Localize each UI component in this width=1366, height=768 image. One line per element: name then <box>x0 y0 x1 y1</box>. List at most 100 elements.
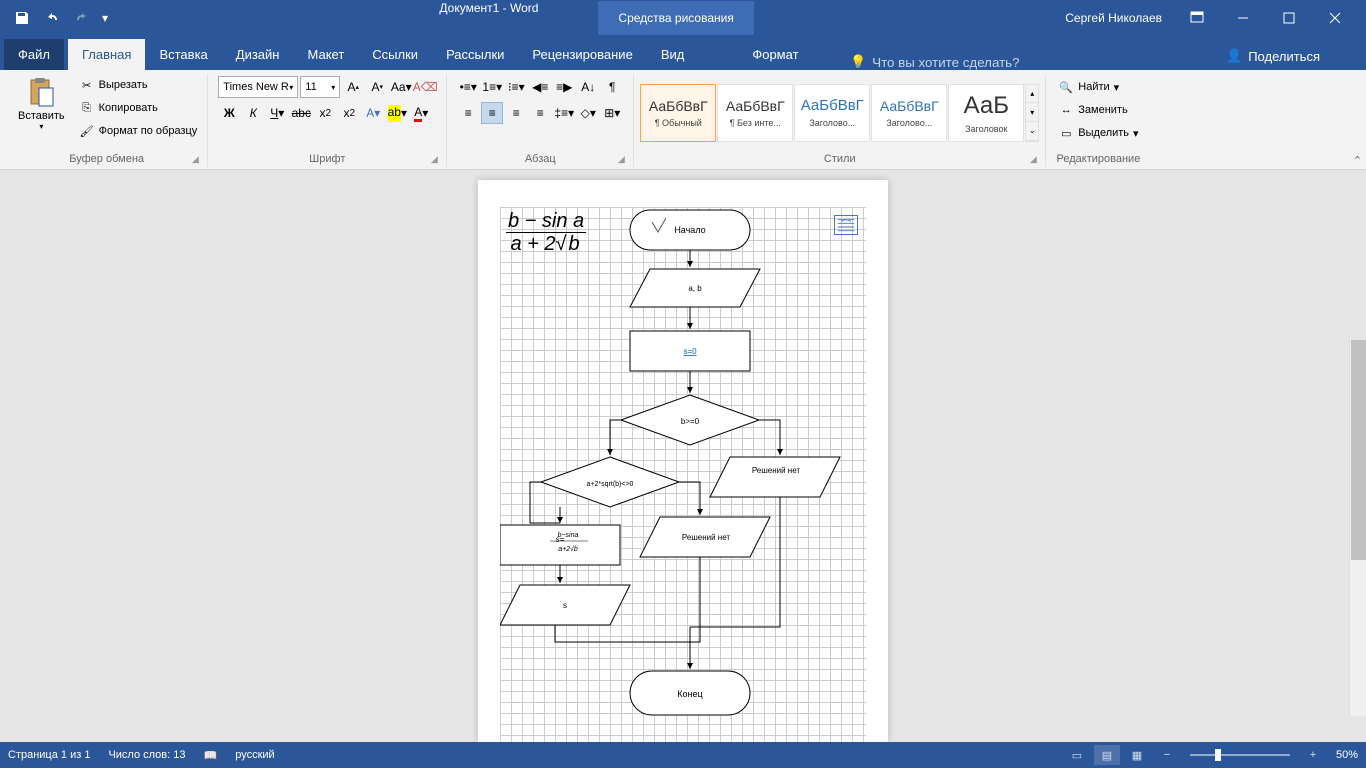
zoom-level[interactable]: 50% <box>1336 749 1358 761</box>
qat-more-button[interactable]: ▾ <box>98 4 112 32</box>
close-button[interactable] <box>1312 0 1358 36</box>
justify-button[interactable]: ≡ <box>529 102 551 124</box>
underline-button[interactable]: Ч▾ <box>266 102 288 124</box>
style-title[interactable]: АаБЗаголовок <box>948 84 1024 142</box>
language-indicator[interactable]: русский <box>235 749 274 762</box>
align-left-button[interactable]: ≡ <box>457 102 479 124</box>
flowchart[interactable]: Начало a, b s=0 b>=0 Решений нет a+2*sqr… <box>500 207 867 742</box>
tab-mailings[interactable]: Рассылки <box>432 39 518 70</box>
tab-insert[interactable]: Вставка <box>145 39 221 70</box>
word-count[interactable]: Число слов: 13 <box>108 749 185 762</box>
print-layout-button[interactable]: ▤ <box>1094 745 1120 765</box>
paste-icon <box>25 76 57 108</box>
tell-me-input[interactable] <box>872 55 1072 70</box>
ribbon-options-button[interactable] <box>1174 0 1220 36</box>
undo-button[interactable] <box>38 4 66 32</box>
style-heading2[interactable]: АаБбВвГЗаголово... <box>871 84 947 142</box>
change-case-button[interactable]: Aa▾ <box>390 76 412 98</box>
tab-references[interactable]: Ссылки <box>358 39 432 70</box>
cursor-icon: ▭ <box>1058 125 1074 141</box>
tab-view[interactable]: Вид <box>647 39 699 70</box>
tab-review[interactable]: Рецензирование <box>518 39 646 70</box>
styles-expand[interactable]: ⌄ <box>1026 122 1038 141</box>
maximize-button[interactable] <box>1266 0 1312 36</box>
shape-formula[interactable] <box>500 525 620 565</box>
web-layout-button[interactable]: ▦ <box>1124 745 1150 765</box>
subscript-button[interactable]: x2 <box>314 102 336 124</box>
paragraph-group: •≡▾ 1≡▾ ⁝≡▾ ◀≡ ≡▶ A↓ ¶ ≡ ≡ ≡ ≡ ‡≡▾ ◇▾ ⊞▾… <box>447 74 634 167</box>
ribbon-tabs: Файл Главная Вставка Дизайн Макет Ссылки… <box>0 36 1366 70</box>
shrink-font-button[interactable]: A▾ <box>366 76 388 98</box>
grow-font-button[interactable]: A▴ <box>342 76 364 98</box>
editing-group: 🔍Найти ▾ ↔Заменить ▭Выделить ▾ Редактиро… <box>1046 74 1150 167</box>
borders-button[interactable]: ⊞▾ <box>601 102 623 124</box>
styles-scroll-buttons[interactable]: ▴▾⌄ <box>1025 84 1039 142</box>
font-name-combo[interactable]: Times New R▾ <box>218 76 298 98</box>
show-marks-button[interactable]: ¶ <box>601 76 623 98</box>
tab-file[interactable]: Файл <box>4 39 64 70</box>
bold-button[interactable]: Ж <box>218 102 240 124</box>
cut-button[interactable]: ✂Вырезать <box>75 74 202 96</box>
font-group: Times New R▾ 11▾ A▴ A▾ Aa▾ A⌫ Ж К Ч▾ abc… <box>208 74 447 167</box>
titlebar: ▾ Документ1 - Word Средства рисования Се… <box>0 0 1366 36</box>
superscript-button[interactable]: x2 <box>338 102 360 124</box>
page-indicator[interactable]: Страница 1 из 1 <box>8 749 90 762</box>
line-spacing-button[interactable]: ‡≡▾ <box>553 102 575 124</box>
read-mode-button[interactable]: ▭ <box>1064 745 1090 765</box>
font-size-combo[interactable]: 11▾ <box>300 76 340 98</box>
zoom-slider-thumb[interactable] <box>1215 749 1221 761</box>
clipboard-launcher[interactable]: ◢ <box>189 154 201 166</box>
save-button[interactable] <box>8 4 36 32</box>
document-area[interactable]: b − sin a a + 2b Начало a, b s=0 b>= <box>0 170 1366 742</box>
clear-format-button[interactable]: A⌫ <box>414 76 436 98</box>
copy-button[interactable]: ⎘Копировать <box>75 97 202 119</box>
replace-button[interactable]: ↔Заменить <box>1054 99 1142 121</box>
share-button[interactable]: 👤 Поделиться <box>1216 42 1330 70</box>
tab-layout[interactable]: Макет <box>293 39 358 70</box>
svg-text:s: s <box>563 601 567 610</box>
find-button[interactable]: 🔍Найти ▾ <box>1054 76 1142 98</box>
tell-me-search[interactable]: 💡 <box>850 54 1072 70</box>
format-painter-button[interactable]: 🖌Формат по образцу <box>75 120 202 142</box>
select-button[interactable]: ▭Выделить ▾ <box>1054 122 1142 144</box>
page[interactable]: b − sin a a + 2b Начало a, b s=0 b>= <box>478 180 888 742</box>
text-effects-button[interactable]: A▾ <box>362 102 384 124</box>
proofing-icon[interactable]: 📖 <box>204 749 218 762</box>
zoom-slider[interactable] <box>1190 754 1290 756</box>
style-heading1[interactable]: АаБбВвГЗаголово... <box>794 84 870 142</box>
bullets-button[interactable]: •≡▾ <box>457 76 479 98</box>
increase-indent-button[interactable]: ≡▶ <box>553 76 575 98</box>
italic-button[interactable]: К <box>242 102 264 124</box>
styles-up[interactable]: ▴ <box>1026 85 1038 104</box>
styles-launcher[interactable]: ◢ <box>1027 154 1039 166</box>
style-nospacing[interactable]: АаБбВвГ¶ Без инте... <box>717 84 793 142</box>
align-center-button[interactable]: ≡ <box>481 102 503 124</box>
vertical-scrollbar[interactable] <box>1349 340 1366 716</box>
scrollbar-thumb[interactable] <box>1351 340 1366 560</box>
strikethrough-button[interactable]: abc <box>290 102 312 124</box>
style-normal[interactable]: АаБбВвГ¶ Обычный <box>640 84 716 142</box>
font-launcher[interactable]: ◢ <box>428 154 440 166</box>
minimize-button[interactable] <box>1220 0 1266 36</box>
collapse-ribbon-button[interactable]: ⌃ <box>1353 154 1362 167</box>
shape-nosolution1[interactable] <box>710 457 840 497</box>
tab-home[interactable]: Главная <box>68 39 145 70</box>
paragraph-launcher[interactable]: ◢ <box>615 154 627 166</box>
document-title: Документ1 - Word <box>419 1 558 35</box>
font-color-button[interactable]: A▾ <box>410 102 432 124</box>
highlight-button[interactable]: ab▾ <box>386 102 408 124</box>
redo-button[interactable] <box>68 4 96 32</box>
numbering-button[interactable]: 1≡▾ <box>481 76 503 98</box>
user-name[interactable]: Сергей Николаев <box>1053 11 1174 25</box>
tab-design[interactable]: Дизайн <box>222 39 294 70</box>
paste-button[interactable]: Вставить ▾ <box>12 74 71 151</box>
styles-down[interactable]: ▾ <box>1026 103 1038 122</box>
sort-button[interactable]: A↓ <box>577 76 599 98</box>
align-right-button[interactable]: ≡ <box>505 102 527 124</box>
decrease-indent-button[interactable]: ◀≡ <box>529 76 551 98</box>
zoom-out-button[interactable]: − <box>1154 745 1180 765</box>
shading-button[interactable]: ◇▾ <box>577 102 599 124</box>
zoom-in-button[interactable]: + <box>1300 745 1326 765</box>
multilevel-button[interactable]: ⁝≡▾ <box>505 76 527 98</box>
tab-format[interactable]: Формат <box>738 39 812 70</box>
